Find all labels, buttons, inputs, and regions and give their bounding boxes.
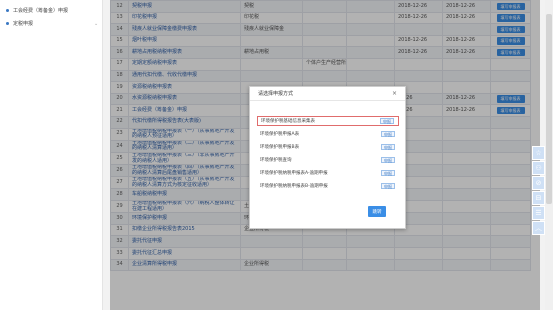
jump-button[interactable]: 跳转 [368,206,386,217]
declare-button[interactable]: 申报 [381,157,395,163]
declare-button[interactable]: 申报 [381,183,395,189]
declare-button[interactable]: 申报 [381,131,395,137]
select-declaration-modal: 请选择申报方式 × 环境保护税基础信息采集表 申报 环境保护税申报A表 申报 环… [249,86,406,229]
sidebar-item-fixed-tax[interactable]: 定税申报 ⌄ [0,17,102,30]
message-icon[interactable]: ⊟ [532,191,545,205]
modal-title: 请选择申报方式 [258,91,294,97]
option-b-overdue[interactable]: 环境保护税纳税申报表B-逾期申报 申报 [257,181,399,191]
option-label: 环境保护税纳税申报表B-逾期申报 [260,184,328,189]
option-label: 环境保护税申报A表 [260,132,300,137]
option-label: 环境保护税申报B表 [260,145,300,150]
declare-button[interactable]: 申报 [381,144,395,150]
option-label: 环境保护税纳税申报表A-逾期申报 [260,171,328,176]
bullet-icon [6,22,9,25]
chevron-down-icon[interactable]: ⌄ [94,21,102,27]
option-a-form[interactable]: 环境保护税申报A表 申报 [257,129,399,139]
document-icon[interactable]: ☰ [532,206,545,220]
chat-icon[interactable]: ⚇ [532,161,545,175]
option-basic-info[interactable]: 环境保护税基础信息采集表 申报 [257,116,399,126]
option-b-form[interactable]: 环境保护税申报B表 申报 [257,142,399,152]
modal-header: 请选择申报方式 × [250,87,405,101]
star-icon[interactable]: ☆ [532,146,545,160]
scrollbar[interactable] [545,0,553,310]
scrollbar-thumb[interactable] [546,14,552,204]
option-a-overdue[interactable]: 环境保护税纳税申报表A-逾期申报 申报 [257,168,399,178]
option-query[interactable]: 环境保护税查询 申报 [257,155,399,165]
sidebar-item-union-fee[interactable]: 工会经费（筹备金）申报 [0,4,102,17]
option-label: 环境保护税查询 [260,158,292,163]
link-icon[interactable]: ⊘ [532,176,545,190]
back-to-top-icon[interactable]: ︿ [532,221,545,235]
close-icon[interactable]: × [392,90,397,97]
sidebar-item-label: 定税申报 [13,21,34,27]
sidebar-item-label: 工会经费（筹备金）申报 [13,8,69,14]
declare-button[interactable]: 申报 [380,118,394,124]
bullet-icon [6,9,9,12]
option-label: 环境保护税基础信息采集表 [261,119,315,124]
sidebar: 工会经费（筹备金）申报 定税申报 ⌄ [0,0,103,310]
declare-button[interactable]: 申报 [381,170,395,176]
floating-toolbar: ☆ ⚇ ⊘ ⊟ ☰ ︿ [532,146,545,236]
